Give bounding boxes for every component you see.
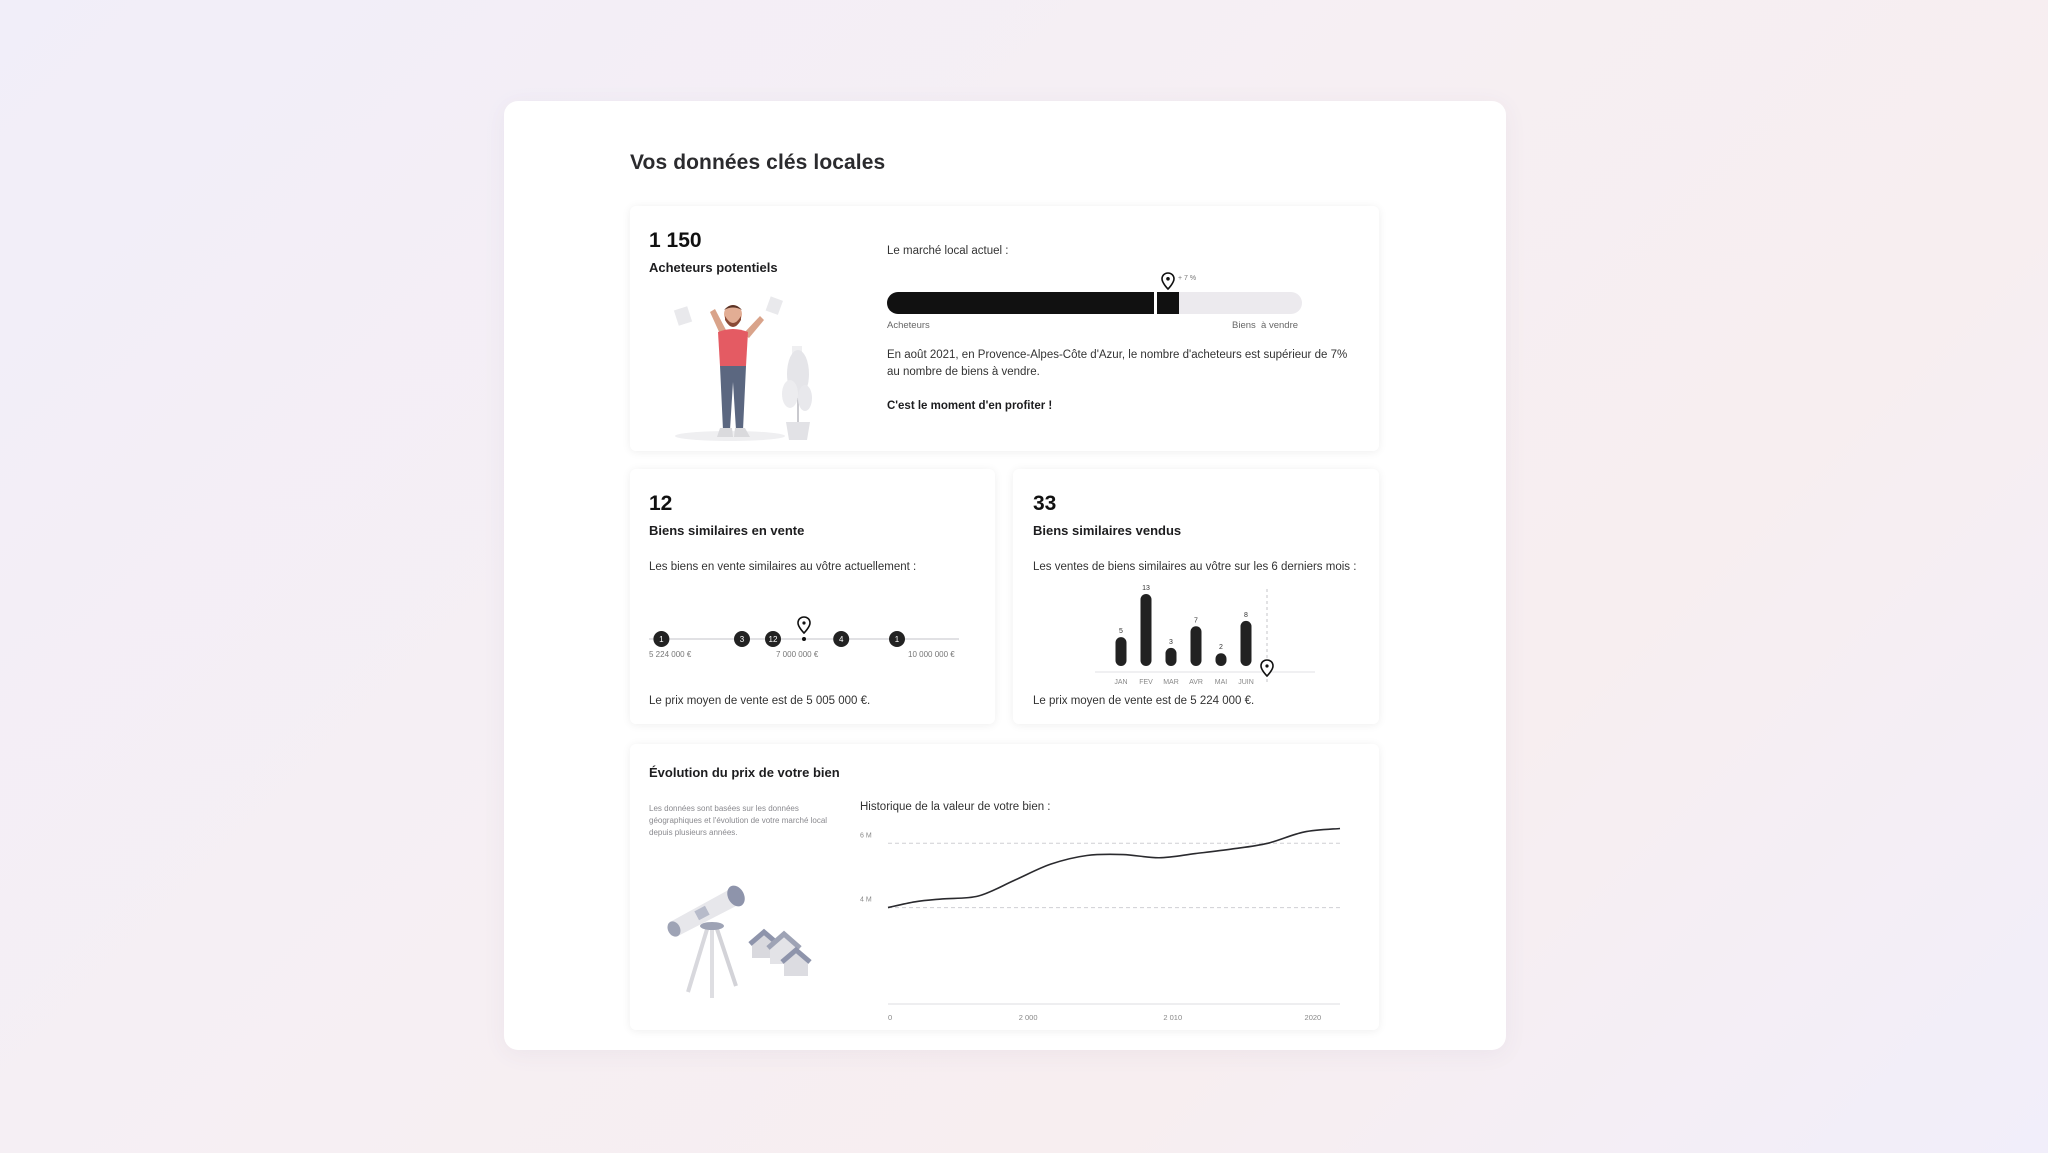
delta-percent-label: + 7 %	[1178, 275, 1197, 282]
on-sale-subtitle: Les biens en vente similaires au vôtre a…	[649, 561, 917, 573]
evolution-note: Les données sont basées sur les données …	[649, 804, 828, 837]
x-tick-label: 2 000	[1019, 1013, 1038, 1022]
on-sale-count: 12	[649, 492, 673, 515]
market-bar	[887, 292, 1302, 314]
y-tick-label: 4 M	[860, 897, 872, 904]
map-pin-icon	[797, 616, 811, 635]
market-bar-buyers-fill	[887, 292, 1157, 314]
market-bar-delta-fill	[1157, 292, 1179, 314]
bar-category-label: JUIN	[1238, 679, 1254, 686]
sold-subtitle: Les ventes de biens similaires au vôtre …	[1033, 561, 1357, 573]
bar-value-label: 5	[1119, 628, 1123, 635]
monthly-sales-bar-chart: 5 JAN 13 FEV 3 MAR 7 AVR 2 MAI 8 JUIN	[1095, 585, 1315, 686]
on-sale-label: Biens similaires en vente	[649, 523, 805, 538]
evolution-title: Évolution du prix de votre bien	[649, 765, 840, 780]
sold-average: Le prix moyen de vente est de 5 224 000 …	[1033, 695, 1255, 707]
x-tick-label: 0	[888, 1013, 892, 1022]
bar-value-label: 7	[1194, 617, 1198, 624]
y-tick-label: 6 M	[860, 832, 872, 839]
your-property-dot	[802, 637, 806, 641]
key-data-panel: Vos données clés locales 1 150 Acheteurs…	[504, 101, 1506, 1050]
market-description: En août 2021, en Provence-Alpes-Côte d'A…	[887, 349, 1348, 378]
evolution-card: Évolution du prix de votre bien Les donn…	[630, 744, 1379, 1030]
bar-mar	[1165, 647, 1177, 666]
bar-jan	[1115, 637, 1127, 666]
bar-value-label: 3	[1169, 639, 1173, 646]
axis-label-mid: 7 000 000 €	[776, 650, 819, 659]
bar-category-label: MAI	[1215, 679, 1228, 686]
price-dot-2: 12	[765, 631, 781, 647]
bar-avr	[1190, 626, 1202, 666]
cta-text: C'est le moment d'en profiter !	[887, 400, 1053, 412]
price-dot-count: 1	[659, 635, 664, 644]
buyers-count: 1 150	[649, 229, 702, 252]
price-dot-4: 1	[889, 631, 905, 647]
price-dot-3: 4	[833, 631, 850, 647]
map-pin-icon	[1161, 272, 1175, 291]
bar-value-label: 13	[1142, 585, 1150, 592]
bar-category-label: JAN	[1114, 679, 1127, 686]
bar-juin	[1240, 620, 1252, 666]
sold-card: 33 Biens similaires vendus Les ventes de…	[1013, 469, 1379, 724]
bar-category-label: AVR	[1189, 679, 1203, 686]
bar-category-label: MAR	[1163, 679, 1179, 686]
x-tick-label: 2 010	[1163, 1013, 1182, 1022]
telescope-illustration	[667, 885, 812, 998]
sold-count: 33	[1033, 492, 1057, 515]
bar-mai	[1215, 653, 1227, 666]
price-history-line	[887, 827, 1341, 909]
bar-category-label: FEV	[1139, 679, 1153, 686]
bar-value-label: 2	[1219, 644, 1223, 651]
price-dot-count: 3	[740, 635, 745, 644]
price-dot-count: 12	[769, 635, 778, 644]
buyers-card: 1 150 Acheteurs potentiels Le marché loc…	[630, 206, 1379, 451]
price-dot-count: 4	[839, 635, 844, 644]
bar-fev	[1140, 594, 1152, 666]
x-tick-label: 2020	[1305, 1013, 1322, 1022]
axis-label-min: 5 224 000 €	[649, 650, 692, 659]
axis-label-max: 10 000 000 €	[908, 650, 955, 659]
price-dot-count: 1	[895, 635, 900, 644]
buyers-label: Acheteurs potentiels	[649, 260, 778, 275]
page-title: Vos données clés locales	[630, 151, 886, 174]
bar-right-label: Biens à vendre	[1232, 320, 1299, 331]
on-sale-card: 12 Biens similaires en vente Les biens e…	[630, 469, 995, 724]
bar-value-label: 8	[1244, 612, 1248, 619]
map-pin-icon	[1260, 659, 1274, 678]
bar-left-label: Acheteurs	[887, 320, 930, 331]
sold-label: Biens similaires vendus	[1033, 523, 1182, 538]
price-dot-0: 1	[653, 631, 670, 647]
price-history-line-chart: 6 M 4 M 0 2 000 2 010 2020	[860, 827, 1341, 1022]
price-dot-1: 3	[734, 631, 750, 647]
market-label: Le marché local actuel :	[887, 245, 1009, 257]
on-sale-average: Le prix moyen de vente est de 5 005 000 …	[649, 695, 871, 707]
history-chart-title: Historique de la valeur de votre bien :	[860, 801, 1051, 813]
person-illustration	[673, 296, 812, 441]
